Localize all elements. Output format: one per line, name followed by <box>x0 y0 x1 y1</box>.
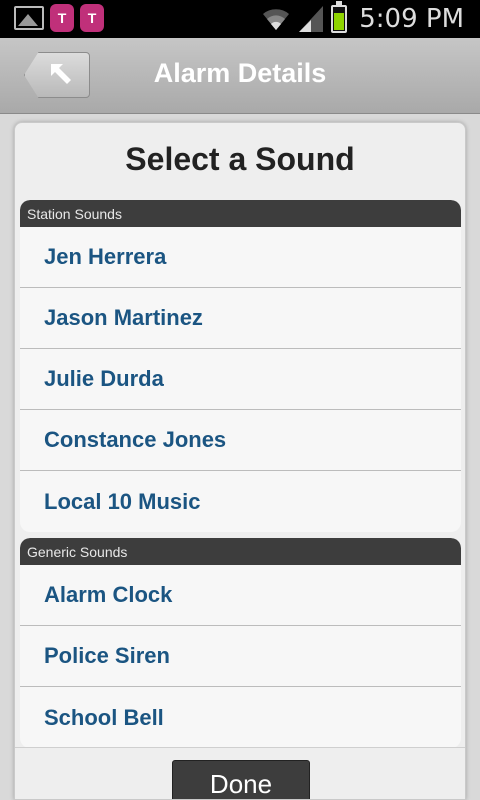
status-bar: T T 5:09 PM <box>0 0 480 38</box>
signal-icon <box>299 6 324 32</box>
list-item[interactable]: Police Siren <box>20 626 461 687</box>
done-button[interactable]: Done <box>172 760 310 799</box>
list-item[interactable]: Alarm Clock <box>20 565 461 626</box>
list-item[interactable]: Julie Durda <box>20 349 461 410</box>
image-icon <box>14 6 44 30</box>
page-title: Alarm Details <box>153 58 327 88</box>
list-item[interactable]: Local 10 Music <box>20 471 461 532</box>
notification-icons: T T <box>14 4 104 32</box>
t-mobile-icon: T <box>50 4 74 32</box>
t-mobile-icon: T <box>80 4 104 32</box>
section-header: Station Sounds <box>20 200 461 227</box>
sound-picker-dialog: Select a Sound Station Sounds Jen Herrer… <box>14 122 466 800</box>
status-time: 5:09 PM <box>359 4 464 34</box>
section-header: Generic Sounds <box>20 538 461 565</box>
wifi-icon <box>263 9 290 31</box>
battery-icon <box>331 1 348 33</box>
generic-sounds-section: Generic Sounds Alarm Clock Police Siren … <box>20 538 461 748</box>
list-item[interactable]: Constance Jones <box>20 410 461 471</box>
list-item[interactable]: Jason Martinez <box>20 288 461 349</box>
header: Alarm Details <box>0 38 480 114</box>
dialog-footer: Done <box>15 747 465 799</box>
station-sounds-section: Station Sounds Jen Herrera Jason Martine… <box>20 200 461 532</box>
dialog-title: Select a Sound <box>125 141 355 177</box>
list-item[interactable]: Jen Herrera <box>20 227 461 288</box>
list-item[interactable]: School Bell <box>20 687 461 748</box>
